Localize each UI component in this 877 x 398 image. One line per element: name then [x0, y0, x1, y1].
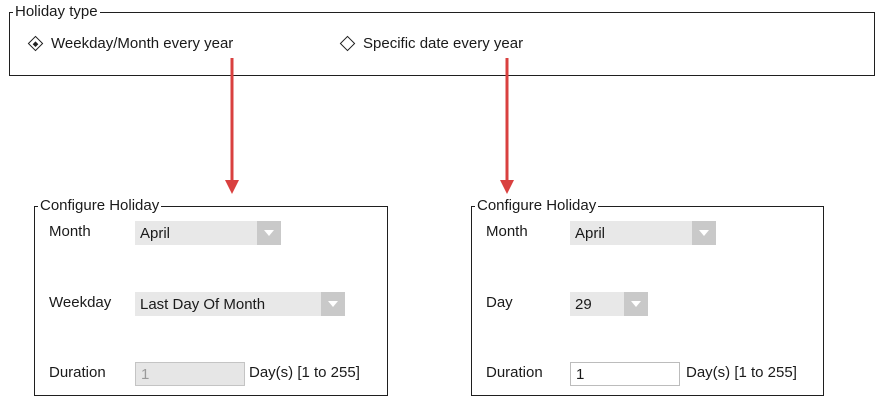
- chevron-down-icon[interactable]: [692, 221, 716, 245]
- radio-weekday-month-label[interactable]: Weekday/Month every year: [51, 35, 233, 52]
- day-label: Day: [486, 294, 513, 311]
- day-dropdown-value: 29: [575, 295, 592, 313]
- holiday-type-group: Holiday type Weekday/Month every year Sp…: [9, 3, 875, 76]
- configure-holiday-right-group: Configure Holiday Month April Day 29 Dur…: [471, 197, 824, 396]
- duration-input[interactable]: [135, 362, 245, 386]
- duration-label: Duration: [49, 364, 106, 381]
- duration-input[interactable]: [570, 362, 680, 386]
- red-arrow-down-icon: [225, 58, 239, 194]
- configure-holiday-left-legend: Configure Holiday: [38, 197, 162, 215]
- month-dropdown-value: April: [575, 224, 606, 242]
- month-dropdown-value: April: [140, 224, 171, 242]
- diamond-radio-unchecked-icon[interactable]: [339, 35, 356, 52]
- weekday-label: Weekday: [49, 294, 112, 311]
- month-dropdown[interactable]: April: [570, 221, 716, 245]
- configure-holiday-left-group: Configure Holiday Month April Weekday La…: [34, 197, 388, 396]
- duration-hint: Day(s) [1 to 255]: [249, 364, 360, 381]
- month-label: Month: [486, 223, 528, 240]
- day-dropdown[interactable]: 29: [570, 292, 648, 316]
- month-label: Month: [49, 223, 91, 240]
- radio-specific-date-label[interactable]: Specific date every year: [363, 35, 523, 52]
- configure-holiday-right-legend: Configure Holiday: [475, 197, 599, 215]
- chevron-down-icon[interactable]: [321, 292, 345, 316]
- radio-weekday-month[interactable]: Weekday/Month every year: [27, 35, 233, 52]
- chevron-down-icon[interactable]: [257, 221, 281, 245]
- duration-hint: Day(s) [1 to 255]: [686, 364, 797, 381]
- weekday-dropdown[interactable]: Last Day Of Month: [135, 292, 345, 316]
- duration-label: Duration: [486, 364, 543, 381]
- diamond-radio-checked-icon[interactable]: [27, 35, 44, 52]
- chevron-down-icon[interactable]: [624, 292, 648, 316]
- holiday-type-legend: Holiday type: [13, 3, 100, 21]
- red-arrow-down-icon: [500, 58, 514, 194]
- weekday-dropdown-value: Last Day Of Month: [140, 295, 266, 313]
- radio-specific-date[interactable]: Specific date every year: [339, 35, 523, 52]
- month-dropdown[interactable]: April: [135, 221, 281, 245]
